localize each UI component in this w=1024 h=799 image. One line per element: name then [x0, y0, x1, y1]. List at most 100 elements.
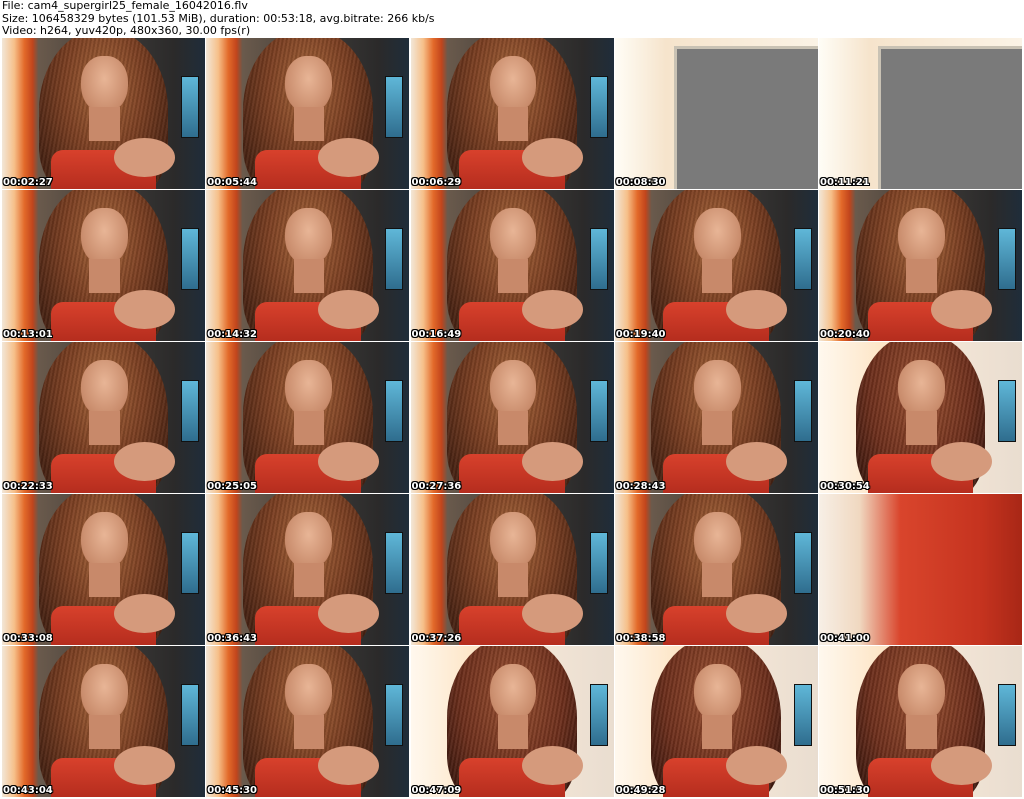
thumbnail-monitor-shape	[793, 228, 812, 290]
thumbnail-monitor-shape	[385, 684, 404, 746]
thumbnail-monitor-shape	[181, 76, 199, 138]
thumbnail-neck-shape	[702, 411, 733, 445]
video-thumbnail: 00:14:32	[206, 190, 410, 341]
video-thumbnail: 00:37:26	[410, 494, 614, 645]
thumbnail-knee-shape	[317, 137, 379, 177]
thumbnail-monitor-shape	[181, 684, 199, 746]
thumbnail-neck-shape	[293, 259, 324, 293]
video-thumbnail: 00:16:49	[410, 190, 614, 341]
thumbnail-face-shape	[285, 664, 333, 722]
thumbnail-face-shape	[81, 512, 128, 570]
thumbnail-neck-shape	[293, 107, 324, 141]
thumbnail-timestamp: 00:22:33	[3, 481, 53, 492]
thumbnail-neck-shape	[89, 259, 120, 293]
thumbnail-knee-shape	[726, 441, 788, 481]
thumbnail-neck-shape	[906, 715, 937, 749]
thumbnail-monitor-shape	[793, 684, 812, 746]
thumbnail-knee-shape	[522, 745, 584, 785]
thumbnail-knee-shape	[113, 745, 175, 785]
thumbnail-monitor-shape	[181, 380, 199, 442]
thumbnail-monitor-shape	[589, 76, 608, 138]
thumbnail-timestamp: 00:28:43	[615, 481, 666, 492]
thumbnail-face-shape	[693, 664, 741, 722]
thumbnail-panel-shape	[673, 45, 818, 189]
thumbnail-neck-shape	[702, 259, 733, 293]
video-thumbnail: 00:33:08	[2, 494, 205, 645]
thumbnail-face-shape	[285, 208, 333, 266]
video-thumbnail: 00:41:00	[819, 494, 1022, 645]
thumbnail-monitor-shape	[181, 228, 199, 290]
thumbnail-timestamp: 00:08:30	[615, 177, 666, 188]
thumbnail-knee-shape	[113, 137, 175, 177]
thumbnail-monitor-shape	[998, 380, 1016, 442]
thumbnail-neck-shape	[497, 411, 529, 445]
thumbnail-knee-shape	[726, 593, 788, 633]
thumbnail-timestamp: 00:25:05	[207, 481, 257, 492]
thumbnail-neck-shape	[89, 107, 120, 141]
thumbnail-timestamp: 00:45:30	[207, 785, 257, 796]
thumbnail-monitor-shape	[589, 380, 608, 442]
thumbnail-monitor-shape	[385, 76, 404, 138]
video-thumbnail: 00:20:40	[819, 190, 1022, 341]
thumbnail-monitor-shape	[589, 532, 608, 594]
thumbnail-timestamp: 00:33:08	[3, 633, 53, 644]
thumbnail-knee-shape	[522, 441, 584, 481]
thumbnail-face-shape	[81, 56, 128, 114]
thumbnail-face-shape	[898, 208, 945, 266]
thumbnail-neck-shape	[497, 563, 529, 597]
video-thumbnail: 00:02:27	[2, 38, 205, 189]
thumbnail-face-shape	[898, 664, 945, 722]
video-thumbnail: 00:11:21	[819, 38, 1022, 189]
thumbnail-neck-shape	[89, 411, 120, 445]
thumbnail-monitor-shape	[998, 684, 1016, 746]
thumbnail-knee-shape	[113, 593, 175, 633]
thumbnail-face-shape	[285, 512, 333, 570]
thumbnail-knee-shape	[522, 137, 584, 177]
thumbnail-face-shape	[285, 56, 333, 114]
thumbnail-monitor-shape	[385, 380, 404, 442]
thumbnail-timestamp: 00:49:28	[615, 785, 666, 796]
thumbnail-timestamp: 00:38:58	[615, 633, 666, 644]
video-info-line: Video: h264, yuv420p, 480x360, 30.00 fps…	[2, 24, 251, 37]
video-thumbnail: 00:25:05	[206, 342, 410, 493]
thumbnail-knee-shape	[317, 745, 379, 785]
thumbnail-monitor-shape	[998, 228, 1016, 290]
video-thumbnail: 00:51:30	[819, 646, 1022, 797]
file-info-header: File: cam4_supergirl25_female_16042016.f…	[2, 0, 1022, 38]
thumbnail-neck-shape	[293, 715, 324, 749]
thumbnail-grid: 00:02:27 00:05:44 00:06:29 00:08:30 00:11:21…	[2, 38, 1022, 797]
thumbnail-neck-shape	[293, 411, 324, 445]
thumbnail-bg-shape	[819, 494, 1022, 645]
thumbnail-knee-shape	[726, 289, 788, 329]
video-thumbnail: 00:49:28	[614, 646, 818, 797]
thumbnail-neck-shape	[497, 715, 529, 749]
thumbnail-face-shape	[489, 56, 537, 114]
thumbnail-face-shape	[489, 664, 537, 722]
thumbnail-neck-shape	[702, 715, 733, 749]
thumbnail-knee-shape	[113, 289, 175, 329]
video-thumbnail: 00:27:36	[410, 342, 614, 493]
video-thumbnail: 00:38:58	[614, 494, 818, 645]
thumbnail-knee-shape	[522, 593, 584, 633]
thumbnail-timestamp: 00:06:29	[411, 177, 462, 188]
thumbnail-timestamp: 00:05:44	[207, 177, 257, 188]
thumbnail-monitor-shape	[181, 532, 199, 594]
thumbnail-timestamp: 00:27:36	[411, 481, 462, 492]
thumbnail-knee-shape	[317, 289, 379, 329]
thumbnail-neck-shape	[293, 563, 324, 597]
thumbnail-face-shape	[81, 664, 128, 722]
thumbnail-knee-shape	[317, 593, 379, 633]
thumbnail-panel-shape	[877, 45, 1022, 189]
thumbnail-face-shape	[693, 360, 741, 418]
thumbnail-monitor-shape	[589, 228, 608, 290]
thumbnail-knee-shape	[317, 441, 379, 481]
video-thumbnail: 00:36:43	[206, 494, 410, 645]
video-thumbnail: 00:06:29	[410, 38, 614, 189]
file-name-line: File: cam4_supergirl25_female_16042016.f…	[2, 0, 248, 12]
thumbnail-timestamp: 00:14:32	[207, 329, 257, 340]
video-thumbnail: 00:43:04	[2, 646, 205, 797]
thumbnail-neck-shape	[89, 715, 120, 749]
thumbnail-timestamp: 00:41:00	[820, 633, 870, 644]
thumbnail-timestamp: 00:51:30	[820, 785, 870, 796]
thumbnail-neck-shape	[906, 411, 937, 445]
